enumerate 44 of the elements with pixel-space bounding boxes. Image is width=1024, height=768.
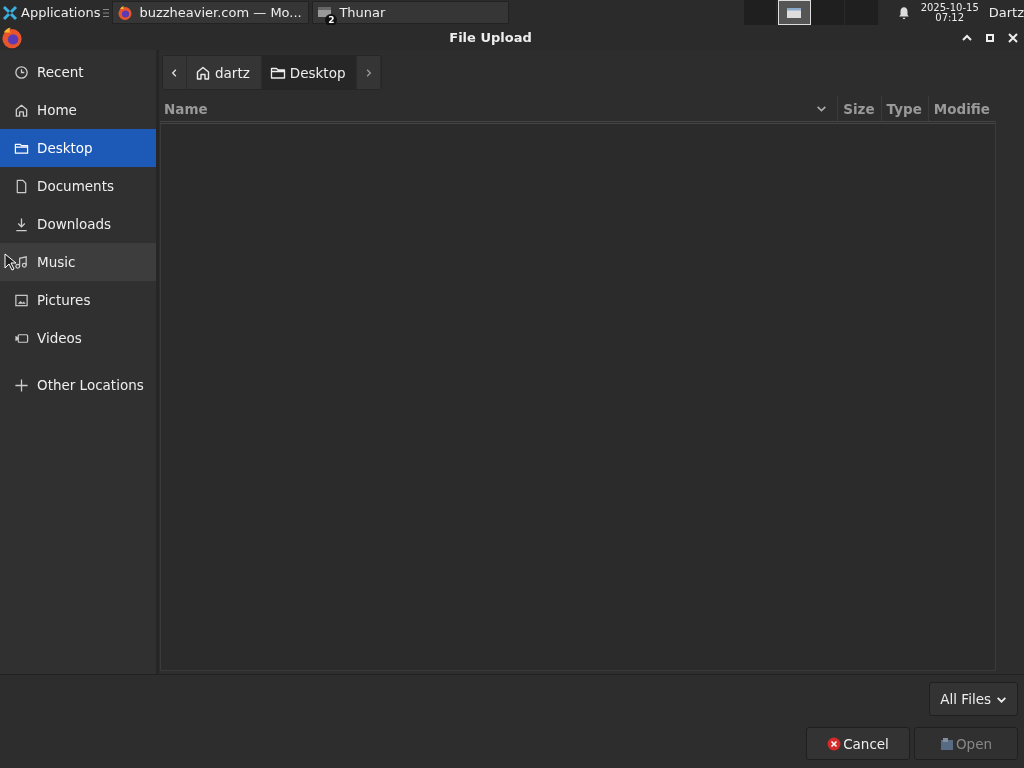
plus-icon (14, 377, 29, 393)
clock-icon (14, 64, 29, 80)
file-type-dropdown[interactable]: All Files (929, 682, 1018, 716)
sidebar-item[interactable]: Downloads (0, 205, 156, 243)
cancel-icon (827, 736, 842, 751)
browser-icon (1, 26, 23, 49)
sidebar-item[interactable]: Other Locations (0, 366, 156, 404)
chevron-right-icon (364, 67, 374, 78)
folder-icon (939, 736, 954, 751)
app-menu-icon (2, 4, 18, 21)
column-header[interactable]: Type (880, 96, 928, 121)
applications-menu[interactable]: Applications (0, 0, 101, 25)
image-icon (14, 292, 29, 308)
column-header[interactable]: Modifie (927, 96, 996, 121)
sidebar-item[interactable]: Videos (0, 319, 156, 357)
sidebar-item[interactable]: Desktop (0, 129, 156, 167)
close-icon[interactable] (1007, 31, 1019, 44)
user-name[interactable]: Dartz (988, 5, 1024, 20)
window-title: File Upload (449, 30, 532, 45)
chevron-left-icon (170, 67, 179, 78)
column-header[interactable]: Name (160, 96, 838, 121)
sidebar-item[interactable]: Pictures (0, 281, 156, 319)
document-icon (14, 178, 29, 194)
mouse-pointer-icon (4, 253, 16, 271)
path-button[interactable]: Desktop (261, 56, 358, 89)
window-icon (787, 7, 802, 18)
download-icon (14, 216, 29, 232)
sidebar-item[interactable]: Music (0, 243, 156, 281)
home-icon (14, 102, 29, 118)
sidebar-item[interactable]: Documents (0, 167, 156, 205)
maximize-icon[interactable] (984, 31, 996, 44)
sidebar-item[interactable]: Recent (0, 53, 156, 91)
taskbar-button[interactable]: 2 Thunar (312, 1, 510, 24)
taskbar-button[interactable]: buzzheavier.com — Mo... (112, 1, 310, 24)
bell-icon[interactable] (896, 5, 911, 20)
cancel-button[interactable]: Cancel (806, 727, 910, 760)
music-icon (14, 254, 29, 270)
sidebar-item[interactable]: Home (0, 91, 156, 129)
date-text: 2025-10-15 (920, 2, 979, 13)
time-text: 07:12 (935, 12, 965, 23)
drag-handle-icon (103, 7, 110, 18)
column-header[interactable]: Size (837, 96, 881, 121)
home-icon (195, 64, 211, 81)
browser-icon (117, 4, 134, 21)
